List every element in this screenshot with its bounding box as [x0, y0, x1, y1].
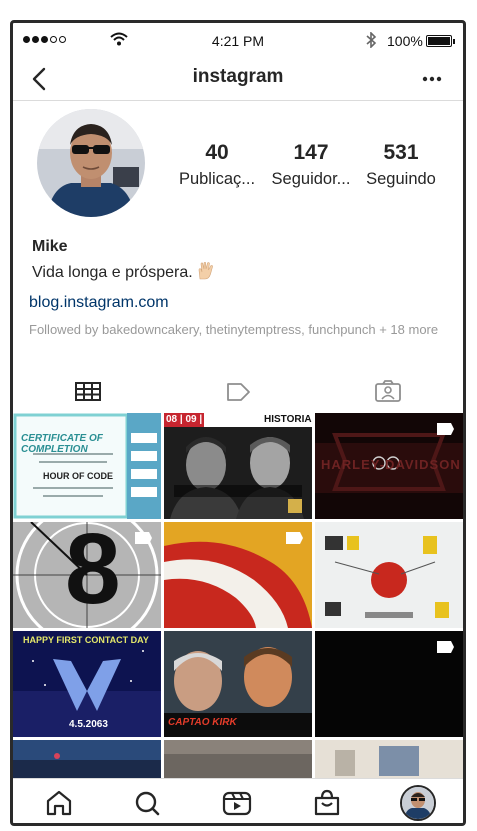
profile-username: Mike [32, 238, 68, 255]
following-count-value: 531 [383, 141, 419, 164]
post-caption: HAPPY FIRST CONTACT DAY [23, 635, 149, 645]
grid-post[interactable] [13, 740, 161, 778]
search-icon[interactable] [131, 787, 163, 819]
profile-header: 40 Publicaç... 147 Seguidor... 531 Segui… [13, 101, 463, 375]
profile-avatar[interactable] [400, 785, 436, 821]
post-caption: CAPTAO KIRK [168, 717, 237, 728]
followers-count-value: 147 [293, 141, 329, 164]
grid-icon[interactable] [71, 377, 105, 407]
top-nav: instagram [13, 57, 463, 101]
profile-bio-text: Vida longa e próspera. [32, 264, 193, 281]
grid-post[interactable] [164, 522, 312, 628]
following-count-label: Seguindo [366, 170, 436, 188]
profile-tabs [13, 375, 463, 411]
grid-post[interactable]: CERTIFICATE OF COMPLETION HOUR OF CODE [13, 413, 161, 519]
post-caption: HARLEY-DAVIDSON [321, 457, 461, 472]
following-count[interactable]: 531 Seguindo [353, 141, 449, 189]
more-dots-icon[interactable] [417, 65, 447, 93]
battery-icon [426, 35, 455, 47]
posts-count-label: Publicaç... [178, 170, 256, 188]
page-title: instagram [192, 66, 284, 87]
tagged-icon[interactable] [371, 377, 405, 407]
post-caption: CERTIFICATE OF COMPLETION [21, 433, 103, 455]
avatar[interactable] [37, 109, 145, 217]
video-icon [135, 532, 152, 544]
bottom-tab-bar [13, 778, 463, 823]
video-icon [286, 532, 303, 544]
posts-grid: CERTIFICATE OF COMPLETION HOUR OF CODE 0… [13, 413, 463, 778]
status-bar: 4:21 PM 100% [13, 23, 463, 57]
video-icon[interactable] [221, 787, 253, 819]
vulcan-salute-icon [198, 261, 213, 280]
followers-count-label: Seguidor... [271, 170, 351, 188]
post-caption: 08 | 09 | 1966 [166, 414, 228, 425]
followed-by-text[interactable]: Followed by bakedowncakery, thetinytempt… [29, 321, 449, 339]
post-caption: 8 [65, 522, 121, 625]
grid-post[interactable]: CAPTAO KIRK [164, 631, 312, 737]
profile-website-link[interactable]: blog.instagram.com [29, 294, 169, 312]
post-caption-sub: 4.5.2063 [69, 719, 108, 730]
battery-percent: 100% [387, 33, 423, 49]
shop-icon[interactable] [311, 787, 343, 819]
posts-count-value: 40 [205, 141, 229, 164]
followers-count[interactable]: 147 Seguidor... [263, 141, 359, 189]
bluetooth-icon [366, 32, 377, 48]
grid-post[interactable] [315, 631, 463, 737]
video-icon [437, 641, 454, 653]
phone-frame: 4:21 PM 100% instagram 40 Publicaç... 14… [10, 20, 466, 826]
grid-post[interactable] [315, 740, 463, 778]
grid-post[interactable]: HAPPY FIRST CONTACT DAY 4.5.2063 [13, 631, 161, 737]
home-icon[interactable] [43, 787, 75, 819]
video-icon [437, 423, 454, 435]
post-caption-sub: HISTORIA [264, 414, 312, 425]
grid-post[interactable]: 08 | 09 | 1966 HISTORIA [164, 413, 312, 519]
grid-post[interactable] [315, 522, 463, 628]
grid-post[interactable]: 8 [13, 522, 161, 628]
profile-bio: Vida longa e próspera. [32, 261, 216, 282]
posts-count[interactable]: 40 Publicaç... [169, 141, 265, 189]
grid-post[interactable] [164, 740, 312, 778]
post-caption-sub: HOUR OF CODE [43, 471, 114, 481]
grid-post[interactable]: HARLEY-DAVIDSON [315, 413, 463, 519]
igtv-icon[interactable] [221, 377, 255, 407]
